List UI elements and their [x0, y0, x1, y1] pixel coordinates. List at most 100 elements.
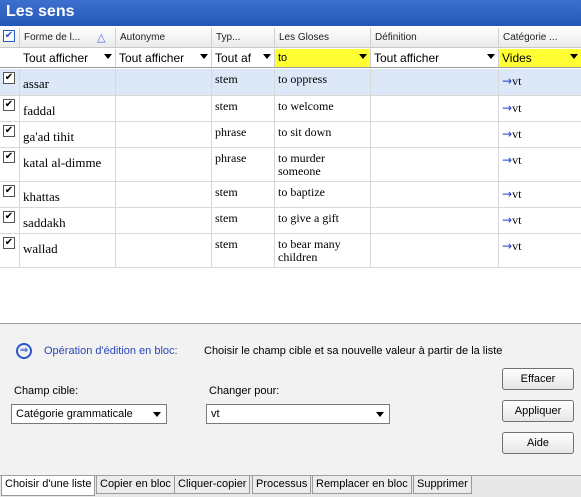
cell-gloss[interactable]: to baptize — [275, 182, 371, 207]
cell-type[interactable]: stem — [212, 96, 275, 121]
tab-bulk-replace[interactable]: Remplacer en bloc — [312, 476, 412, 494]
cell-gloss[interactable]: to bear many children — [275, 234, 371, 267]
row-checkbox-cell[interactable]: ✔ — [0, 148, 20, 181]
cell-category[interactable]: →vt — [499, 122, 581, 147]
cell-autonym[interactable] — [116, 234, 212, 267]
cell-category[interactable]: →vt — [499, 234, 581, 267]
table-row[interactable]: ✔ katal al-dimme phrase to murder someon… — [0, 148, 581, 182]
select-all-checkbox[interactable]: ✔ — [3, 30, 15, 42]
cell-form[interactable]: assar — [20, 69, 116, 95]
cell-autonym[interactable] — [116, 182, 212, 207]
column-header-category[interactable]: Catégorie ... — [499, 28, 581, 48]
cell-autonym[interactable] — [116, 69, 212, 95]
column-header-autonym-label: Autonyme — [120, 32, 166, 43]
filter-glosses[interactable]: to — [275, 49, 371, 67]
cell-form[interactable]: khattas — [20, 182, 116, 207]
target-field-select[interactable]: Catégorie grammaticale — [11, 404, 167, 424]
arrow-right-icon: → — [502, 127, 513, 141]
table-row[interactable]: ✔ saddakh stem to give a gift →vt — [0, 208, 581, 234]
cell-autonym[interactable] — [116, 122, 212, 147]
filter-category[interactable]: Vides — [499, 49, 581, 67]
cell-definition[interactable] — [371, 148, 499, 181]
cell-autonym[interactable] — [116, 208, 212, 233]
tab-click-copy[interactable]: Cliquer-copier — [174, 476, 251, 494]
triangle-up-icon[interactable]: △ — [97, 31, 105, 44]
row-checkbox-cell[interactable]: ✔ — [0, 122, 20, 147]
row-checkbox[interactable]: ✔ — [3, 211, 15, 223]
row-checkbox[interactable]: ✔ — [3, 237, 15, 249]
filter-category-value: Vides — [502, 51, 532, 65]
cell-definition[interactable] — [371, 122, 499, 147]
cell-autonym[interactable] — [116, 96, 212, 121]
table-row[interactable]: ✔ faddal stem to welcome →vt — [0, 96, 581, 122]
target-field-label: Champ cible: — [14, 385, 79, 397]
tab-delete[interactable]: Supprimer — [413, 476, 472, 494]
cell-category[interactable]: →vt — [499, 148, 581, 181]
help-button[interactable]: Aide — [502, 432, 574, 454]
row-checkbox[interactable]: ✔ — [3, 99, 15, 111]
tab-choose-from-list[interactable]: Choisir d'une liste — [1, 476, 96, 496]
cell-gloss[interactable]: to sit down — [275, 122, 371, 147]
table-row[interactable]: ✔ khattas stem to baptize →vt — [0, 182, 581, 208]
cell-type[interactable]: stem — [212, 69, 275, 95]
cell-type[interactable]: stem — [212, 182, 275, 207]
row-checkbox-cell[interactable]: ✔ — [0, 182, 20, 207]
row-checkbox[interactable]: ✔ — [3, 125, 15, 137]
cell-form[interactable]: wallad — [20, 234, 116, 267]
cell-gloss[interactable]: to oppress — [275, 69, 371, 95]
row-checkbox-cell[interactable]: ✔ — [0, 208, 20, 233]
tab-bulk-copy[interactable]: Copier en bloc — [96, 476, 175, 494]
cell-category[interactable]: →vt — [499, 208, 581, 233]
row-checkbox[interactable]: ✔ — [3, 151, 15, 163]
table-row[interactable]: ✔ assar stem to oppress →vt — [0, 69, 581, 96]
column-header-type[interactable]: Typ... — [212, 28, 275, 48]
cell-category[interactable]: →vt — [499, 182, 581, 207]
cell-type[interactable]: phrase — [212, 122, 275, 147]
filter-type[interactable]: Tout af — [212, 49, 275, 67]
cell-definition[interactable] — [371, 96, 499, 121]
row-checkbox-cell[interactable]: ✔ — [0, 96, 20, 121]
row-checkbox-cell[interactable]: ✔ — [0, 69, 20, 95]
category-value: vt — [512, 74, 522, 88]
cell-category[interactable]: →vt — [499, 69, 581, 95]
cell-type[interactable]: stem — [212, 234, 275, 267]
apply-button[interactable]: Appliquer — [502, 400, 574, 422]
cell-type[interactable]: stem — [212, 208, 275, 233]
cell-type[interactable]: phrase — [212, 148, 275, 181]
select-all-cell[interactable]: ✔ — [0, 28, 20, 48]
cell-definition[interactable] — [371, 69, 499, 95]
arrow-right-icon: → — [502, 187, 513, 201]
column-header-row: ✔ Forme de l... △ Autonyme Typ... Les Gl… — [0, 28, 581, 48]
category-value: vt — [512, 239, 522, 253]
cell-form[interactable]: faddal — [20, 96, 116, 121]
chevron-down-icon — [359, 54, 367, 59]
cell-form[interactable]: katal al-dimme — [20, 148, 116, 181]
cell-form[interactable]: ga'ad tihit — [20, 122, 116, 147]
column-header-glosses[interactable]: Les Gloses — [275, 28, 371, 48]
cell-gloss[interactable]: to murder someone — [275, 148, 371, 181]
cell-definition[interactable] — [371, 208, 499, 233]
table-row[interactable]: ✔ ga'ad tihit phrase to sit down →vt — [0, 122, 581, 148]
cell-definition[interactable] — [371, 182, 499, 207]
row-checkbox-cell[interactable]: ✔ — [0, 234, 20, 267]
cell-form[interactable]: saddakh — [20, 208, 116, 233]
cell-gloss[interactable]: to give a gift — [275, 208, 371, 233]
row-checkbox[interactable]: ✔ — [3, 185, 15, 197]
cell-definition[interactable] — [371, 234, 499, 267]
cell-autonym[interactable] — [116, 148, 212, 181]
filter-form[interactable]: Tout afficher — [20, 49, 116, 67]
row-checkbox[interactable]: ✔ — [3, 72, 15, 84]
bulk-edit-operation-label: Opération d'édition en bloc: — [44, 345, 178, 357]
column-header-definition[interactable]: Définition — [371, 28, 499, 48]
arrow-right-icon: → — [502, 239, 513, 253]
filter-autonym[interactable]: Tout afficher — [116, 49, 212, 67]
column-header-autonym[interactable]: Autonyme — [116, 28, 212, 48]
category-value: vt — [512, 213, 522, 227]
table-row[interactable]: ✔ wallad stem to bear many children →vt — [0, 234, 581, 268]
filter-definition[interactable]: Tout afficher — [371, 49, 499, 67]
tab-process[interactable]: Processus — [252, 476, 312, 494]
cell-gloss[interactable]: to welcome — [275, 96, 371, 121]
cell-category[interactable]: →vt — [499, 96, 581, 121]
clear-button[interactable]: Effacer — [502, 368, 574, 390]
change-to-select[interactable]: vt — [206, 404, 390, 424]
